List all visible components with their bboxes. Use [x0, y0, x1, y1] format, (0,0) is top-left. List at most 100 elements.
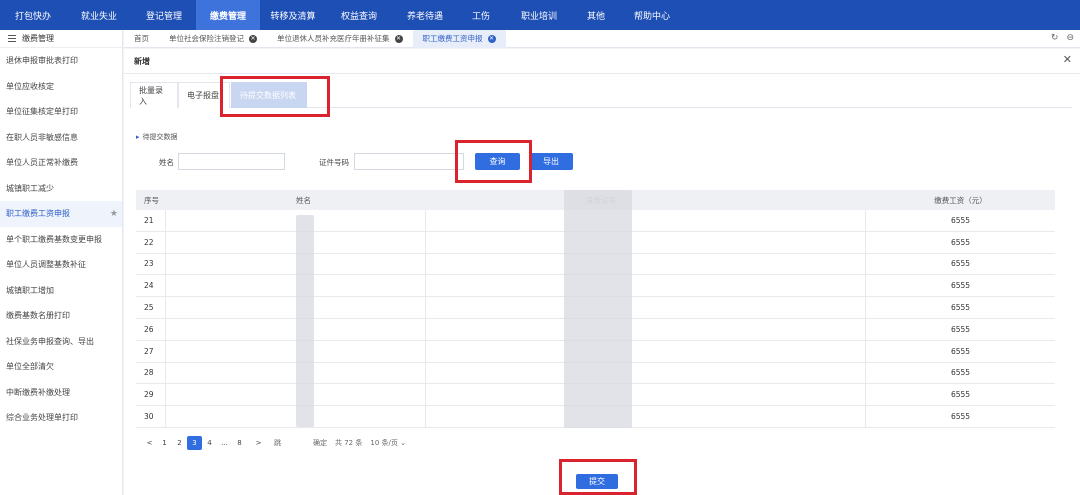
- close-icon[interactable]: ✕: [1063, 53, 1072, 66]
- total-count: 共 72 条: [335, 439, 363, 447]
- top-nav: 打包快办 就业失业 登记管理 缴费管理 转移及清算 权益查询 养老待遇 工伤 职…: [0, 0, 1080, 30]
- wage-cell: 6555: [950, 237, 971, 247]
- page-ellipsis: ...: [221, 439, 228, 447]
- id-input[interactable]: [354, 153, 464, 170]
- sidebar-item[interactable]: 单位应收核定: [0, 74, 122, 100]
- close-icon[interactable]: ✕: [249, 34, 257, 43]
- page-button[interactable]: 2: [172, 436, 187, 450]
- nav-item[interactable]: 登记管理: [132, 0, 196, 30]
- page-tabs: 首页 单位社会保险注销登记 ✕ 单位退休人员补充医疗年册补征集 ✕ 职工缴费工资申报…: [124, 29, 1080, 48]
- id-cell: [426, 253, 866, 275]
- chevron-down-icon: ⌄: [400, 439, 406, 447]
- sidebar-item[interactable]: 退休申报审批表打印: [0, 48, 122, 74]
- prev-page-button[interactable]: <: [142, 436, 157, 450]
- name-input[interactable]: [178, 153, 285, 170]
- nav-item[interactable]: 打包快办: [0, 0, 66, 30]
- redacted-id-column: [564, 190, 632, 428]
- sidebar-item-wage-declaration[interactable]: 职工缴费工资申报 ★: [0, 201, 122, 227]
- tab-home[interactable]: 首页: [124, 30, 159, 48]
- goto-label: 跳: [274, 439, 281, 447]
- id-cell: [426, 406, 866, 427]
- col-header: 缴费工资（元）: [934, 195, 987, 205]
- id-cell: [426, 275, 866, 297]
- star-icon[interactable]: ★: [110, 209, 118, 219]
- page-button[interactable]: 1: [157, 436, 172, 450]
- subtab-batch-entry[interactable]: 批量录入: [130, 82, 178, 108]
- highlight-box: [455, 140, 532, 183]
- pagination: < 1 2 3 4 ... 8 > 跳 确定 共 72 条 10 条/页 ⌄: [142, 436, 406, 450]
- id-cell: [426, 297, 866, 318]
- page-button[interactable]: 4: [202, 436, 217, 450]
- row-index: 23: [136, 253, 166, 275]
- close-icon[interactable]: ✕: [487, 34, 496, 43]
- sidebar-item[interactable]: 社保业务申报查询、导出: [0, 329, 122, 355]
- wage-cell: 6555: [950, 346, 971, 356]
- page-button[interactable]: 8: [232, 436, 247, 450]
- sidebar-item[interactable]: 在职人员非敏感信息: [0, 125, 122, 151]
- wage-cell: 6555: [950, 390, 971, 400]
- next-page-button[interactable]: >: [251, 436, 266, 450]
- nav-item[interactable]: 养老待遇: [392, 0, 458, 30]
- row-index: 24: [136, 275, 166, 297]
- id-cell: [426, 384, 866, 406]
- sidebar-item[interactable]: 缴费基数名册打印: [0, 303, 122, 329]
- minus-circle-icon[interactable]: ⊖: [1066, 33, 1074, 43]
- refresh-icon[interactable]: ↻: [1051, 33, 1059, 43]
- goto-confirm[interactable]: 确定: [313, 438, 327, 448]
- sidebar-item-label: 职工缴费工资申报: [6, 209, 70, 219]
- row-index: 25: [136, 297, 166, 318]
- nav-item[interactable]: 其他: [574, 0, 618, 30]
- menu-icon[interactable]: [8, 35, 16, 42]
- row-index: 22: [136, 231, 166, 253]
- col-header: 姓名: [296, 195, 311, 205]
- page-button-current[interactable]: 3: [187, 436, 202, 450]
- panel-title: 新增: [134, 57, 150, 66]
- sidebar-header[interactable]: 缴费管理: [0, 30, 122, 48]
- highlight-box: [220, 76, 330, 117]
- id-cell: [426, 210, 866, 231]
- nav-item[interactable]: 就业失业: [66, 0, 132, 30]
- sidebar-item[interactable]: 中断缴费补缴处理: [0, 380, 122, 406]
- tab-unit-cancel[interactable]: 单位社会保险注销登记 ✕: [159, 30, 267, 48]
- row-index: 30: [136, 406, 166, 427]
- wage-cell: 6555: [950, 215, 971, 225]
- nav-item-fee-management[interactable]: 缴费管理: [196, 0, 260, 30]
- wage-cell: 6555: [950, 412, 971, 422]
- page-size-value: 10 条/页: [370, 439, 398, 447]
- sidebar-item[interactable]: 城镇职工减少: [0, 176, 122, 202]
- id-cell: [426, 340, 866, 362]
- col-header: 身份证号: [426, 195, 866, 206]
- sidebar: 缴费管理 退休申报审批表打印 单位应收核定 单位征集核定单打印 在职人员非敏感信…: [0, 30, 123, 495]
- tab-retiree-medical[interactable]: 单位退休人员补充医疗年册补征集 ✕: [267, 30, 413, 48]
- id-cell: [426, 362, 866, 384]
- section-label: 待提交数据: [142, 133, 178, 141]
- row-index: 29: [136, 384, 166, 406]
- wage-cell: 6555: [950, 324, 971, 334]
- tab-wage-declaration[interactable]: 职工缴费工资申报 ✕: [412, 29, 506, 48]
- triangle-right-icon: ▸: [136, 133, 140, 141]
- export-button[interactable]: 导出: [529, 153, 573, 170]
- wage-cell: 6555: [950, 368, 971, 378]
- page-size-select[interactable]: 10 条/页 ⌄: [370, 438, 406, 448]
- redacted-name-column: [296, 215, 314, 427]
- sidebar-item[interactable]: 综合业务处理单打印: [0, 405, 122, 431]
- sidebar-item[interactable]: 单位全部清欠: [0, 354, 122, 380]
- sidebar-item[interactable]: 单个职工缴费基数变更申报: [0, 227, 122, 253]
- row-index: 27: [136, 340, 166, 362]
- tab-label: 首页: [134, 34, 149, 43]
- nav-item[interactable]: 职业培训: [504, 0, 574, 30]
- nav-item[interactable]: 工伤: [458, 0, 504, 30]
- nav-item[interactable]: 权益查询: [326, 0, 392, 30]
- nav-item[interactable]: 转移及清算: [260, 0, 326, 30]
- sidebar-item[interactable]: 城镇职工增加: [0, 278, 122, 304]
- nav-item[interactable]: 帮助中心: [618, 0, 686, 30]
- sidebar-item[interactable]: 单位人员正常补缴费: [0, 150, 122, 176]
- close-icon[interactable]: ✕: [394, 34, 403, 43]
- divider: [124, 73, 1080, 74]
- sidebar-title: 缴费管理: [22, 34, 54, 43]
- sidebar-item[interactable]: 单位征集核定单打印: [0, 99, 122, 125]
- sidebar-item[interactable]: 单位人员调整基数补征: [0, 252, 122, 278]
- name-label: 姓名: [159, 158, 174, 167]
- row-index: 26: [136, 318, 166, 340]
- highlight-box: [559, 459, 637, 495]
